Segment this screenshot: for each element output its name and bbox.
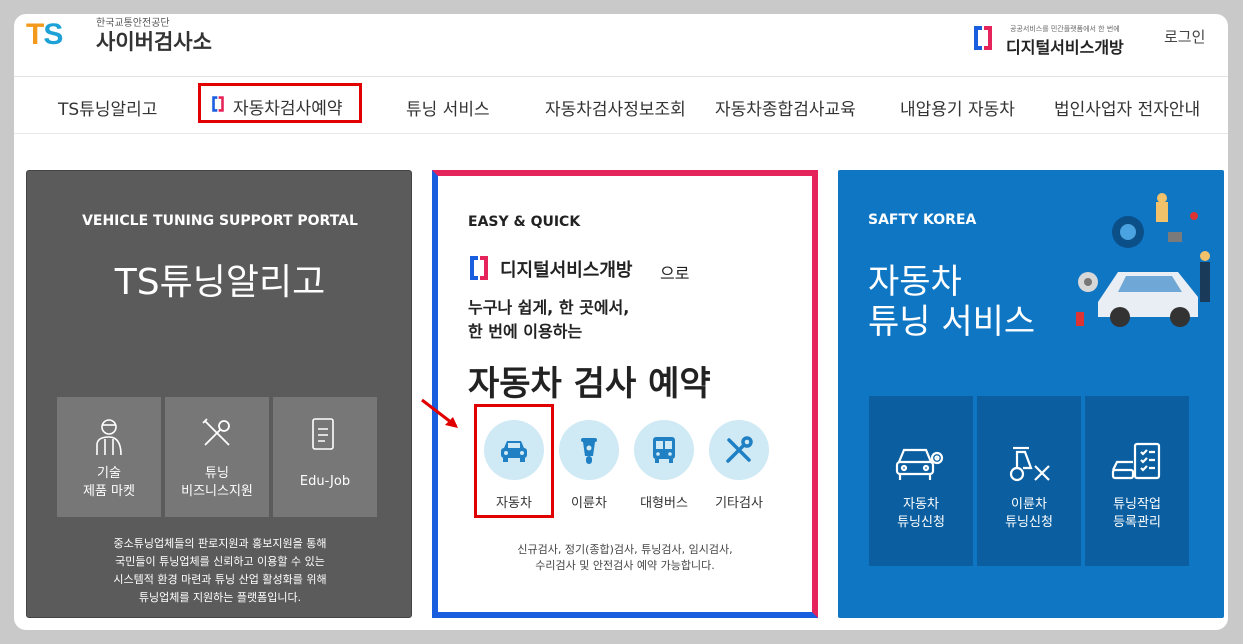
document-icon	[312, 418, 334, 450]
page-frame: TS 한국교통안전공단 사이버검사소 공공서비스를 민간플랫폼에서 한 번에 디…	[14, 14, 1228, 630]
tile-label: Edu-Job	[299, 474, 351, 489]
service-label: 기타검사	[715, 496, 763, 511]
motorcycle-icon	[581, 438, 597, 464]
scooter-tools-icon	[1009, 446, 1050, 482]
tile-label: 자동차 튜닝신청	[897, 497, 945, 530]
service-car[interactable]: 자동차	[479, 420, 549, 511]
tuning-service-card[interactable]: SAFTY KOREA 자동차 튜닝 서비스 자동차 튜닝신청 이륜차 튜닝신청…	[838, 170, 1224, 618]
digital-service-mark-icon	[470, 256, 488, 280]
nav-inspection-education[interactable]: 자동차종합검사교육	[715, 95, 856, 120]
tile-tech-market[interactable]: 기술 제품 마켓	[57, 397, 161, 517]
digital-service-logo[interactable]: 공공서비스를 민간플랫폼에서 한 번에 디지털서비스개방	[972, 20, 1132, 57]
car-icon	[501, 441, 527, 462]
logo-title[interactable]: 사이버검사소	[96, 26, 212, 56]
nav-inspection-reservation[interactable]: 자동차검사예약	[198, 83, 362, 123]
tile-edu-job[interactable]: Edu-Job	[273, 397, 377, 517]
nav-pressure-vessel[interactable]: 내압용기 자동차	[900, 95, 1015, 120]
digital-service-mark-icon	[974, 26, 992, 50]
car-checklist-icon	[1111, 442, 1161, 480]
digital-service-brand: 디지털서비스개방	[1006, 38, 1124, 57]
digital-service-brand: 디지털서비스개방	[500, 260, 633, 281]
tile-motorcycle-tuning-apply[interactable]: 이륜차 튜닝신청	[977, 396, 1081, 566]
car-repair-illustration-icon	[1076, 193, 1210, 327]
tools-icon	[202, 418, 230, 446]
car-gear-icon	[895, 448, 944, 480]
inspection-reservation-card: EASY & QUICK 디지털서비스개방 으로 누구나 쉽게, 한 곳에서, …	[432, 170, 818, 618]
service-label: 이륜차	[571, 496, 607, 511]
ts-logo[interactable]: TS	[26, 18, 63, 52]
digital-service-inline-logo: 디지털서비스개방 으로	[468, 254, 689, 286]
site-header: TS 한국교통안전공단 사이버검사소 공공서비스를 민간플랫폼에서 한 번에 디…	[14, 14, 1228, 77]
service-label: 자동차	[496, 496, 532, 511]
nav-corporate-notice[interactable]: 법인사업자 전자안내	[1054, 95, 1200, 120]
tuning-title-line2: 튜닝 서비스	[868, 302, 1036, 342]
portal-subtitle: VEHICLE TUNING SUPPORT PORTAL	[82, 213, 358, 229]
tile-car-tuning-apply[interactable]: 자동차 튜닝신청	[869, 396, 973, 566]
mechanic-icon	[96, 419, 122, 456]
login-link[interactable]: 로그인	[1164, 26, 1205, 47]
service-motorcycle[interactable]: 이륜차	[554, 420, 624, 511]
service-icon-circle	[559, 420, 619, 480]
tile-tuning-work-registration[interactable]: 튜닝작업 등록관리	[1085, 396, 1189, 566]
nav-inspection-reservation-label: 자동차검사예약	[233, 99, 343, 119]
main-nav: TS튜닝알리고 자동차검사예약 튜닝 서비스 자동차검사정보조회 자동차종합검사…	[14, 77, 1228, 134]
tile-business-support[interactable]: 튜닝 비즈니스지원	[165, 397, 269, 517]
pointer-arrow-icon	[421, 398, 458, 428]
tile-label: 튜닝작업 등록관리	[1113, 497, 1161, 530]
tagline-line1: 누구나 쉽게, 한 곳에서,	[468, 298, 630, 317]
service-icon-circle	[709, 420, 769, 480]
service-icon-circle	[484, 420, 544, 480]
digital-service-tagline: 공공서비스를 민간플랫폼에서 한 번에	[1010, 25, 1120, 33]
tile-label: 튜닝 비즈니스지원	[181, 466, 253, 499]
easy-quick-label: EASY & QUICK	[468, 214, 581, 230]
digital-service-mark-icon	[212, 96, 224, 112]
brand-suffix: 으로	[660, 264, 690, 283]
safety-subtitle: SAFTY KOREA	[868, 212, 977, 228]
nav-inspection-info[interactable]: 자동차검사정보조회	[545, 95, 686, 120]
reservation-title: 자동차 검사 예약	[468, 364, 711, 404]
tagline-line2: 한 번에 이용하는	[468, 322, 583, 341]
wrench-icon	[726, 436, 753, 463]
tile-label: 이륜차 튜닝신청	[1005, 497, 1053, 530]
service-other[interactable]: 기타검사	[704, 420, 774, 511]
nav-ts-tuning[interactable]: TS튜닝알리고	[58, 95, 157, 120]
service-icon-circle	[634, 420, 694, 480]
tile-label: 기술 제품 마켓	[83, 466, 135, 499]
service-label: 대형버스	[640, 496, 688, 511]
nav-tuning-service[interactable]: 튜닝 서비스	[406, 95, 490, 120]
reservation-description: 신규검사, 정기(종합)검사, 튜닝검사, 임시검사, 수리검사 및 안전검사 예…	[517, 543, 733, 572]
tuning-portal-card[interactable]: VEHICLE TUNING SUPPORT PORTAL TS튜닝알리고 기술…	[26, 170, 412, 618]
bus-icon	[653, 437, 675, 463]
portal-description: 중소튜닝업체들의 판로지원과 홍보지원을 통해 국민들이 튜닝업체를 신뢰하고 이…	[113, 537, 327, 604]
portal-title: TS튜닝알리고	[114, 262, 326, 303]
service-bus[interactable]: 대형버스	[629, 420, 699, 511]
